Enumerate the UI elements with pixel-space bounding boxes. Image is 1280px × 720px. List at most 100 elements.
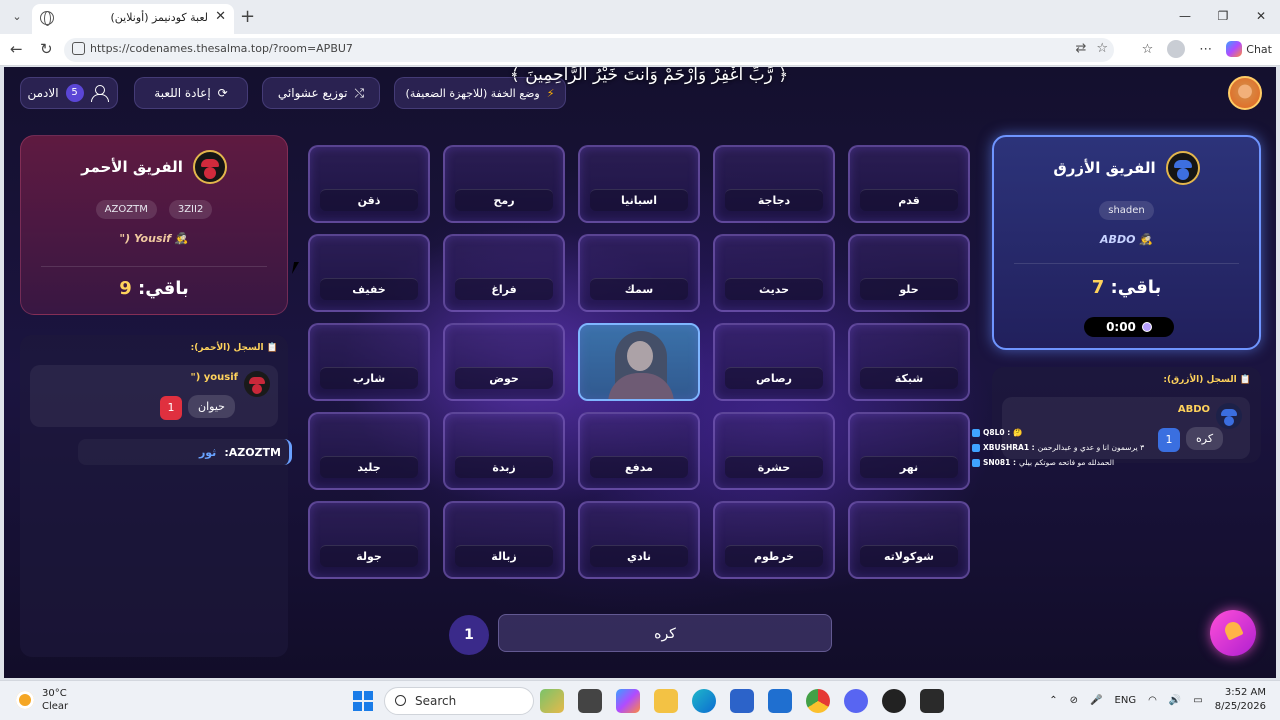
divider: [1014, 263, 1239, 264]
word-card[interactable]: رمح: [443, 145, 565, 223]
card-word: شارب: [320, 367, 418, 389]
red-log-entry: ") yousif حيوان 1: [30, 365, 278, 427]
red-spy-icon: [244, 371, 270, 397]
reload-icon[interactable]: ↻: [40, 40, 53, 58]
word-card[interactable]: نادي: [578, 501, 700, 579]
quran-verse: ﴿ رَّبِّ اغْفِرْ وَارْحَمْ وَأَنتَ خَيْر…: [509, 67, 789, 85]
discord-icon[interactable]: [844, 689, 868, 713]
red-guess-entry: AZOZTM: ثور: [78, 439, 292, 465]
wifi-icon[interactable]: ◠: [1148, 695, 1157, 706]
word-card[interactable]: حشرة: [713, 412, 835, 490]
copilot-icon: [1226, 41, 1243, 57]
widgets-app-icon[interactable]: [540, 689, 564, 713]
task-view-icon[interactable]: [578, 689, 602, 713]
taskbar-search[interactable]: Search: [384, 687, 534, 715]
restart-game-button[interactable]: ⟳ إعادة اللعبة: [134, 77, 248, 109]
word-card[interactable]: شوكولاته: [848, 501, 970, 579]
word-card[interactable]: رصاص: [713, 323, 835, 401]
volume-icon[interactable]: 🔊: [1169, 695, 1181, 706]
game-page: 5 الادمن ⟳ إعادة اللعبة ⤭ توزيع عشوائي ⚡…: [4, 67, 1276, 678]
chrome-icon[interactable]: [806, 689, 830, 713]
edge-browser-icon[interactable]: [692, 689, 716, 713]
maximize-button[interactable]: ❐: [1204, 0, 1242, 32]
favorites-icon[interactable]: ☆: [1142, 42, 1154, 57]
word-card[interactable]: نهر: [848, 412, 970, 490]
clue-number-indicator: 1: [449, 615, 489, 655]
admin-count-badge: 5: [65, 84, 84, 102]
card-word: قدم: [860, 189, 958, 211]
word-card[interactable]: خرطوم: [713, 501, 835, 579]
guess-player: AZOZTM:: [224, 445, 281, 459]
close-tab-icon[interactable]: ✕: [215, 9, 226, 24]
word-card[interactable]: زبالة: [443, 501, 565, 579]
word-card[interactable]: شبكة: [848, 323, 970, 401]
notifications-button[interactable]: [1210, 610, 1256, 656]
outlook-icon[interactable]: [768, 689, 792, 713]
tab-search-menu-icon[interactable]: ⌄: [6, 7, 28, 27]
browser-tabbar: ⌄ لعبة كودنيمز (أونلاين) ✕ + — ❐ ✕: [0, 0, 1280, 34]
word-card[interactable]: جليد: [308, 412, 430, 490]
red-player-chip: AZOZTM: [95, 200, 157, 219]
store-icon[interactable]: [730, 689, 754, 713]
camera-off-icon[interactable]: ⊘: [1070, 695, 1078, 706]
word-card[interactable]: فراغ: [443, 234, 565, 312]
users-icon: [90, 85, 111, 102]
user-avatar[interactable]: [1228, 76, 1262, 110]
word-card[interactable]: قدم: [848, 145, 970, 223]
new-tab-button[interactable]: +: [240, 6, 255, 27]
word-card[interactable]: دجاجة: [713, 145, 835, 223]
chat-line: Q8L0 : 🤔: [972, 425, 1276, 440]
close-window-button[interactable]: ✕: [1242, 0, 1280, 32]
word-card[interactable]: اسبانيا: [578, 145, 700, 223]
language-indicator[interactable]: ENG: [1115, 695, 1137, 706]
admin-label: الادمن: [27, 86, 59, 100]
card-word: خفيف: [320, 278, 418, 300]
epic-games-icon[interactable]: [920, 689, 944, 713]
word-card[interactable]: جولة: [308, 501, 430, 579]
copilot-app-icon[interactable]: [616, 689, 640, 713]
translate-icon[interactable]: ⇄: [1075, 41, 1086, 56]
weather-widget[interactable]: 30°C Clear: [16, 687, 68, 713]
word-card[interactable]: شارب: [308, 323, 430, 401]
card-word: مدفع: [590, 456, 688, 478]
more-menu-icon[interactable]: ⋯: [1199, 42, 1212, 57]
revealed-agent-card[interactable]: [578, 323, 700, 401]
start-button[interactable]: [353, 691, 373, 711]
turn-timer: 0:00: [1084, 317, 1174, 337]
chat-line: SN081 : الحمدلله مو فاتحه صوتكم بيلي: [972, 455, 1276, 470]
word-card[interactable]: حوض: [443, 323, 565, 401]
blue-log-title: 📋 السجل (الأزرق):: [1163, 375, 1251, 385]
address-bar: ← ↻ https://codenames.thesalma.top/?room…: [0, 34, 1280, 66]
copilot-chat-button[interactable]: Chat: [1226, 41, 1272, 57]
browser-tab[interactable]: لعبة كودنيمز (أونلاين) ✕: [32, 4, 234, 34]
word-card[interactable]: حلو: [848, 234, 970, 312]
word-card[interactable]: ذقن: [308, 145, 430, 223]
tray-overflow-icon[interactable]: ⌃: [1049, 695, 1057, 706]
back-icon[interactable]: ←: [10, 40, 23, 58]
codenames-board: ذقن رمح اسبانيا دجاجة قدم خفيف فراغ سمك حديث حلو ش…: [308, 145, 972, 581]
url-text[interactable]: https://codenames.thesalma.top/?room=APB…: [90, 42, 353, 55]
site-info-icon[interactable]: [72, 42, 85, 55]
word-card[interactable]: مدفع: [578, 412, 700, 490]
file-explorer-icon[interactable]: [654, 689, 678, 713]
microphone-icon[interactable]: 🎤: [1090, 695, 1102, 706]
minimize-button[interactable]: —: [1166, 0, 1204, 32]
admins-button[interactable]: 5 الادمن: [20, 77, 118, 109]
word-card[interactable]: سمك: [578, 234, 700, 312]
word-card[interactable]: زبدة: [443, 412, 565, 490]
bookmark-star-icon[interactable]: ☆: [1096, 41, 1108, 56]
card-word: جليد: [320, 456, 418, 478]
battery-icon[interactable]: ▭: [1193, 695, 1202, 706]
card-word: جولة: [320, 545, 418, 567]
blue-team-panel: الفريق الأزرق shaden ABDO 🕵 باقي: 7 0:00: [992, 135, 1261, 350]
divider: [41, 266, 267, 267]
recording-app-icon[interactable]: [882, 689, 906, 713]
word-card[interactable]: حديث: [713, 234, 835, 312]
profile-avatar[interactable]: [1167, 40, 1186, 58]
omnibox[interactable]: https://codenames.thesalma.top/?room=APB…: [64, 38, 1114, 62]
random-distribute-button[interactable]: ⤭ توزيع عشوائي: [262, 77, 380, 109]
bell-icon: [1222, 619, 1244, 641]
word-card[interactable]: خفيف: [308, 234, 430, 312]
system-clock[interactable]: 3:52 AM 8/25/2026: [1215, 686, 1266, 714]
card-word: نهر: [860, 456, 958, 478]
